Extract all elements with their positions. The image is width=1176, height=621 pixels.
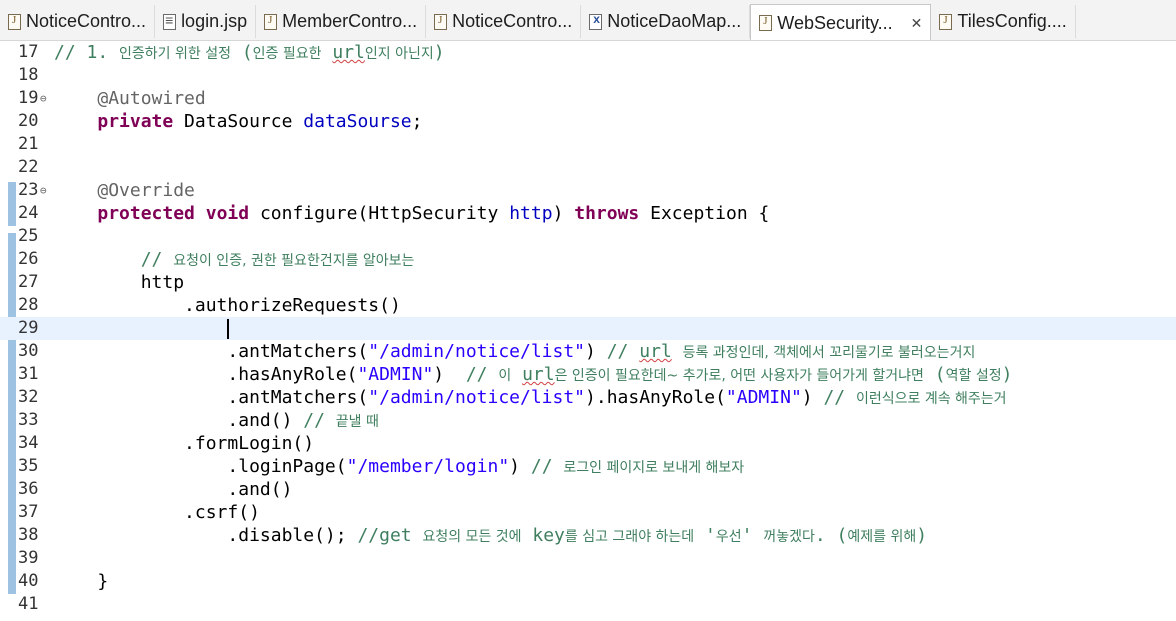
line-number: 31 [18, 364, 39, 384]
code-editor[interactable]: 17 // 1. 인증하기 위한 설정 (인증 필요한 url인지 아닌지) 18 1… [0, 41, 1176, 621]
code-line[interactable]: 20 private DataSource dataSourse; [0, 110, 1176, 133]
tab-label: login.jsp [181, 11, 248, 31]
code-text: .and() [54, 479, 293, 500]
editor-tab-6[interactable]: TilesConfig.... [931, 5, 1076, 38]
line-number: 27 [18, 272, 39, 292]
code-text: } [54, 571, 109, 592]
code-line[interactable]: 36 .and() [0, 478, 1176, 501]
line-number: 29 [18, 318, 39, 338]
line-number: 24 [18, 203, 39, 223]
code-line[interactable]: 34 .formLogin() [0, 432, 1176, 455]
line-number: 25 [18, 226, 39, 246]
code-line[interactable]: 29 [0, 317, 1176, 340]
code-line[interactable]: 21 [0, 133, 1176, 156]
code-line[interactable]: 39 [0, 547, 1176, 570]
code-text: // 요청이 인증, 권한 필요한건지를 알아보는 [140, 249, 415, 270]
editor-tab-1[interactable]: login.jsp [155, 5, 257, 38]
text-cursor [227, 319, 230, 339]
tab-label: TilesConfig.... [957, 11, 1067, 31]
code-text: @Autowired [97, 88, 206, 109]
line-number: 38 [18, 525, 39, 545]
code-line[interactable]: 40 } [0, 570, 1176, 593]
code-line[interactable]: 35 .loginPage("/member/login") // 로그인 페이… [0, 455, 1176, 478]
line-number: 20 [18, 111, 39, 131]
fold-collapse-icon[interactable]: ⊖ [40, 87, 47, 110]
code-line[interactable]: 24 protected void configure(HttpSecurity… [0, 202, 1176, 225]
code-line[interactable]: 22 [0, 156, 1176, 179]
line-number: 36 [18, 479, 39, 499]
tab-label: MemberContro... [282, 11, 418, 31]
java-file-icon [939, 13, 953, 30]
code-line[interactable]: 33 .and() // 끝낼 때 [0, 409, 1176, 432]
line-number: 17 [18, 42, 39, 62]
editor-tab-2[interactable]: MemberContro... [256, 5, 427, 38]
code-line[interactable]: 31 .hasAnyRole("ADMIN") // 이 url은 인증이 필요… [0, 363, 1176, 386]
editor-tab-3[interactable]: NoticeContro... [426, 5, 582, 38]
code-text: .antMatchers("/admin/notice/list") // ur… [54, 341, 976, 362]
tab-label: NoticeContro... [452, 11, 573, 31]
java-file-icon [264, 13, 278, 30]
editor-tab-5[interactable]: WebSecurity... ✕ [750, 4, 932, 40]
code-line[interactable]: 27 http [0, 271, 1176, 294]
line-number: 30 [18, 341, 39, 361]
line-number: 28 [18, 295, 39, 315]
code-text: .authorizeRequests() [54, 295, 401, 316]
code-text: http [54, 272, 185, 293]
code-text: .antMatchers("/admin/notice/list").hasAn… [54, 387, 1007, 408]
line-number: 34 [18, 433, 39, 453]
tab-label: NoticeContro... [26, 11, 147, 31]
line-number: 40 [18, 571, 39, 591]
line-number: 37 [18, 502, 39, 522]
code-line[interactable]: 30 .antMatchers("/admin/notice/list") //… [0, 340, 1176, 363]
editor-tab-4[interactable]: NoticeDaoMap... [581, 5, 751, 38]
code-text: .hasAnyRole("ADMIN") // 이 url은 인증이 필요한데~… [54, 364, 1013, 385]
tab-label: NoticeDaoMap... [607, 11, 742, 31]
code-text: .csrf() [54, 502, 260, 523]
code-line[interactable]: 23 ⊖ @Override [0, 179, 1176, 202]
fold-collapse-icon[interactable]: ⊖ [40, 179, 47, 202]
java-file-icon [759, 15, 773, 31]
xml-file-icon [589, 12, 603, 30]
code-text: .loginPage("/member/login") // 로그인 페이지로 … [54, 456, 745, 477]
code-text: .disable(); //get 요청의 모든 것에 key를 심고 그래야 … [54, 525, 928, 546]
code-line[interactable]: 37 .csrf() [0, 501, 1176, 524]
code-line[interactable]: 32 .antMatchers("/admin/notice/list").ha… [0, 386, 1176, 409]
tab-label: WebSecurity... [777, 12, 893, 33]
code-text: .formLogin() [54, 433, 315, 454]
line-number: 22 [18, 157, 39, 177]
line-number: 21 [18, 134, 39, 154]
code-text: protected void configure(HttpSecurity ht… [97, 203, 770, 224]
code-text: // 1. 인증하기 위한 설정 (인증 필요한 url인지 아닌지) [54, 42, 445, 63]
editor-tab-bar: NoticeContro... login.jsp MemberContro... N… [0, 0, 1176, 41]
code-line[interactable]: 38 .disable(); //get 요청의 모든 것에 key를 심고 그… [0, 524, 1176, 547]
code-line[interactable]: 18 [0, 64, 1176, 87]
java-file-icon [434, 13, 448, 30]
java-file-icon [8, 13, 21, 30]
code-line[interactable]: 41 [0, 593, 1176, 616]
code-text: @Override [97, 180, 195, 201]
line-number: 32 [18, 387, 39, 407]
editor-tab-0[interactable]: NoticeContro... [0, 5, 156, 38]
code-line[interactable]: 25 [0, 225, 1176, 248]
code-text [54, 317, 230, 340]
line-number: 35 [18, 456, 39, 476]
code-text: private DataSource dataSourse; [97, 111, 423, 132]
line-number: 26 [18, 249, 39, 269]
jsp-file-icon [163, 12, 177, 30]
line-number: 41 [18, 594, 39, 614]
line-number: 33 [18, 410, 39, 430]
close-tab-icon[interactable]: ✕ [911, 15, 923, 32]
code-line[interactable]: 28 .authorizeRequests() [0, 294, 1176, 317]
line-number: 18 [18, 65, 39, 85]
code-line[interactable]: 26 // 요청이 인증, 권한 필요한건지를 알아보는 [0, 248, 1176, 271]
code-line[interactable]: 17 // 1. 인증하기 위한 설정 (인증 필요한 url인지 아닌지) [0, 41, 1176, 64]
code-text: .and() // 끝낼 때 [54, 410, 379, 431]
code-line[interactable]: 19 ⊖ @Autowired [0, 87, 1176, 110]
line-number: 39 [18, 548, 39, 568]
